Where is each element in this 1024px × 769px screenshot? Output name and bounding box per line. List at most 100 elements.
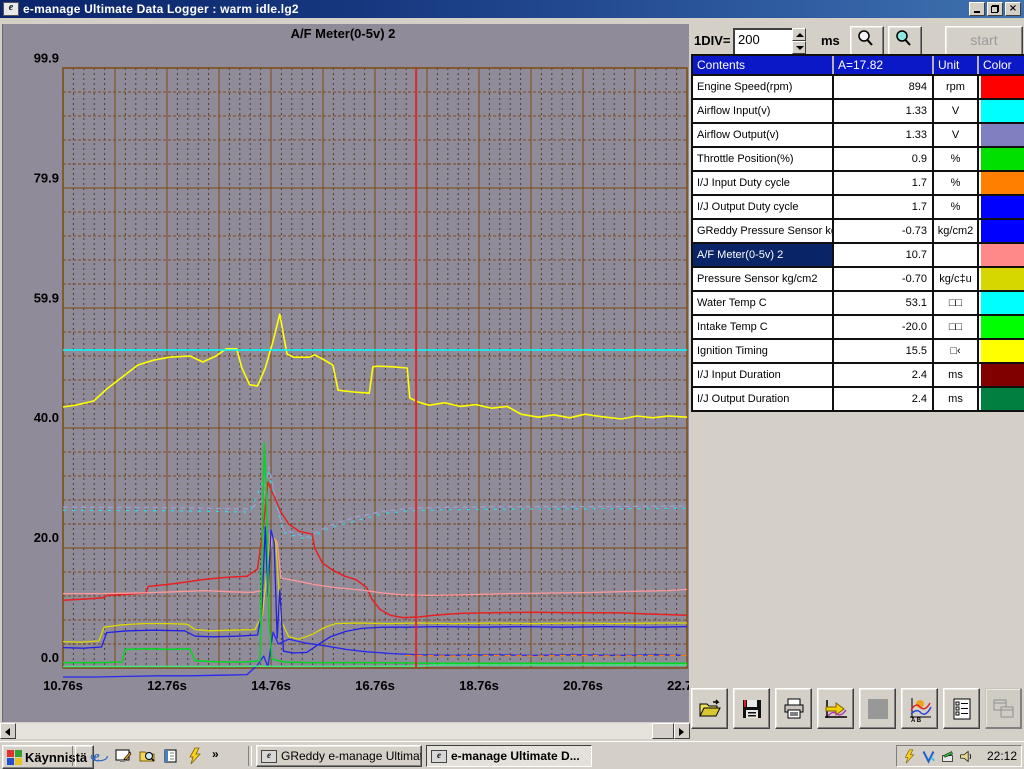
table-row[interactable]: Intake Temp C-20.0□□ xyxy=(693,314,1024,338)
start-button-label: Käynnistä xyxy=(25,750,87,765)
row-unit: rpm xyxy=(934,76,979,98)
start-logging-button[interactable]: start xyxy=(945,26,1023,56)
row-color-swatch xyxy=(979,124,1024,146)
tray-antivirus-icon[interactable] xyxy=(920,748,937,765)
windows-logo-icon xyxy=(7,750,22,765)
zoom-in-button[interactable] xyxy=(888,26,922,56)
stop-button[interactable] xyxy=(859,688,896,729)
export-graph-button[interactable] xyxy=(817,688,854,729)
spinner-up-icon xyxy=(796,33,804,37)
scroll-right-button[interactable] xyxy=(674,723,690,739)
row-value: 1.7 xyxy=(834,172,934,194)
scrollbar-thumb[interactable] xyxy=(652,723,674,739)
row-value: 1.33 xyxy=(834,100,934,122)
svg-text:59.9: 59.9 xyxy=(34,291,59,306)
zoom-out-button[interactable] xyxy=(850,26,884,56)
row-color-swatch xyxy=(979,340,1024,362)
header-contents[interactable]: Contents xyxy=(693,56,834,74)
tile-windows-button[interactable] xyxy=(985,688,1022,729)
table-row[interactable]: I/J Input Duty cycle1.7% xyxy=(693,170,1024,194)
task-button-label: GReddy e-manage Ultimat... xyxy=(281,749,422,763)
svg-text:0.0: 0.0 xyxy=(41,650,59,665)
row-color-swatch xyxy=(979,100,1024,122)
chart-horizontal-scrollbar[interactable] xyxy=(0,723,690,739)
row-color-swatch xyxy=(979,292,1024,314)
table-row[interactable]: I/J Input Duration2.4ms xyxy=(693,362,1024,386)
row-color-swatch xyxy=(979,388,1024,410)
table-row[interactable]: A/F Meter(0-5v) 210.7 xyxy=(693,242,1024,266)
lightning-icon xyxy=(186,747,204,765)
row-unit: V xyxy=(934,124,979,146)
table-row[interactable]: Water Temp C53.1□□ xyxy=(693,290,1024,314)
parameter-table: Contents A=17.82 Unit Color Engine Speed… xyxy=(691,54,1024,412)
window-title: e-manage Ultimate Data Logger : warm idl… xyxy=(23,2,299,16)
svg-text:20.0: 20.0 xyxy=(34,530,59,545)
spinner-up-button[interactable] xyxy=(792,28,806,41)
row-unit: ms xyxy=(934,364,979,386)
svg-text:79.9: 79.9 xyxy=(34,171,59,186)
header-unit[interactable]: Unit xyxy=(934,56,979,74)
app-icon: e xyxy=(3,2,19,16)
svg-text:e: e xyxy=(93,749,100,765)
quick-launch-winamp[interactable] xyxy=(184,745,206,767)
magnifier-filled-icon xyxy=(889,27,917,51)
task-button-greddy[interactable]: e GReddy e-manage Ultimat... xyxy=(256,745,422,767)
svg-text:99.9: 99.9 xyxy=(34,51,59,66)
minimize-button[interactable] xyxy=(969,2,985,16)
tray-volume-icon[interactable] xyxy=(958,748,975,765)
table-row[interactable]: GReddy Pressure Sensor kg/cm2-0.73kg/cm2 xyxy=(693,218,1024,242)
logger-chart[interactable]: A/F Meter(0-5v) 299.979.959.940.020.00.0… xyxy=(3,24,689,722)
quick-launch-overflow-chevron[interactable]: » xyxy=(212,747,219,761)
table-row[interactable]: I/J Output Duty cycle1.7% xyxy=(693,194,1024,218)
table-row[interactable]: Engine Speed(rpm)894rpm xyxy=(693,74,1024,98)
compare-a-b-button[interactable]: A B xyxy=(901,688,938,729)
table-row[interactable]: Throttle Position(%)0.9% xyxy=(693,146,1024,170)
start-menu-button[interactable]: Käynnistä xyxy=(2,745,94,769)
row-value: 1.33 xyxy=(834,124,934,146)
tray-lightning-icon[interactable] xyxy=(901,748,918,765)
title-bar: e e-manage Ultimate Data Logger : warm i… xyxy=(0,0,1024,18)
bottom-toolbar: A B xyxy=(690,688,1024,732)
open-file-button[interactable] xyxy=(691,688,728,729)
table-row[interactable]: Airflow Input(v)1.33V xyxy=(693,98,1024,122)
minimize-icon xyxy=(974,11,980,13)
quick-launch-show-desktop[interactable] xyxy=(112,745,134,767)
svg-text:A/F Meter(0-5v) 2: A/F Meter(0-5v) 2 xyxy=(291,26,396,41)
div-spinner xyxy=(792,28,806,54)
row-unit: V xyxy=(934,100,979,122)
table-row[interactable]: I/J Output Duration2.4ms xyxy=(693,386,1024,410)
div-unit-label: ms xyxy=(821,33,840,48)
floppy-disk-icon xyxy=(740,697,764,721)
quick-launch-internet-explorer[interactable]: e xyxy=(88,745,110,767)
svg-text:A B: A B xyxy=(911,718,922,722)
svg-text:20.76s: 20.76s xyxy=(563,678,603,693)
spinner-down-button[interactable] xyxy=(792,41,806,54)
row-value: 2.4 xyxy=(834,364,934,386)
compare-graphs-icon: A B xyxy=(907,696,933,722)
table-row[interactable]: Airflow Output(v)1.33V xyxy=(693,122,1024,146)
save-file-button[interactable] xyxy=(733,688,770,729)
row-value: 10.7 xyxy=(834,244,934,266)
tray-updater-icon[interactable] xyxy=(939,748,956,765)
quick-launch-search-folder[interactable] xyxy=(136,745,158,767)
table-row[interactable]: Pressure Sensor kg/cm2-0.70kg/c‡u xyxy=(693,266,1024,290)
close-button[interactable]: × xyxy=(1005,2,1021,16)
task-button-emanage-active[interactable]: e e-manage Ultimate D... xyxy=(426,745,592,767)
row-color-swatch xyxy=(979,316,1024,338)
restore-button[interactable] xyxy=(987,2,1003,16)
list-view-button[interactable] xyxy=(943,688,980,729)
row-unit xyxy=(934,244,979,266)
div-value-input[interactable]: 200 xyxy=(733,28,794,56)
row-color-swatch xyxy=(979,172,1024,194)
row-value: -0.70 xyxy=(834,268,934,290)
table-row[interactable]: Ignition Timing15.5□‹ xyxy=(693,338,1024,362)
tile-windows-icon xyxy=(991,697,1017,721)
printer-icon xyxy=(782,697,806,721)
row-unit: □□ xyxy=(934,316,979,338)
print-button[interactable] xyxy=(775,688,812,729)
header-cursor-value[interactable]: A=17.82 xyxy=(834,56,934,74)
chart-area[interactable]: A/F Meter(0-5v) 299.979.959.940.020.00.0… xyxy=(2,24,689,722)
scroll-left-button[interactable] xyxy=(0,723,16,739)
quick-launch-notebook[interactable] xyxy=(160,745,182,767)
header-color[interactable]: Color xyxy=(979,56,1024,74)
